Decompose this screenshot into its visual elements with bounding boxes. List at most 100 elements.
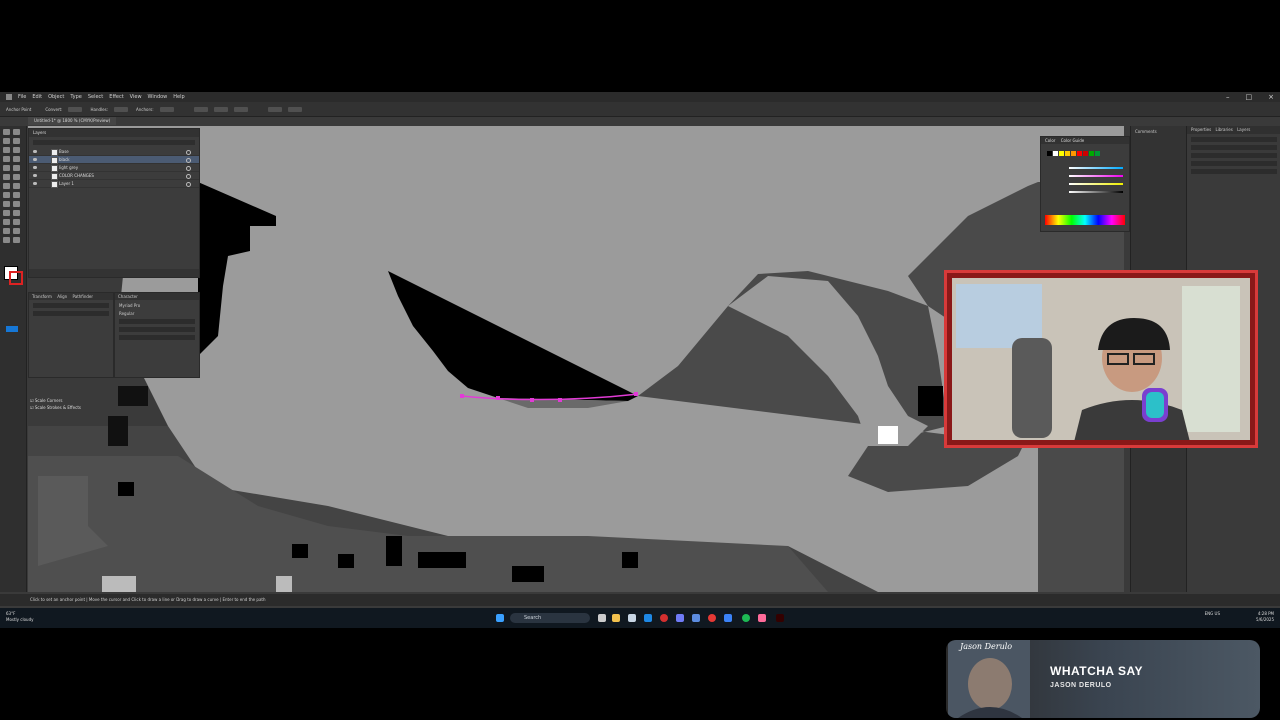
swatch[interactable] (1047, 151, 1052, 156)
layer-target-icon[interactable] (186, 174, 191, 179)
layer-row[interactable]: black (29, 156, 199, 164)
swatch[interactable] (1071, 151, 1076, 156)
layer-target-icon[interactable] (186, 182, 191, 187)
taskbar-clock[interactable]: 4:28 PM 5/6/2025 (1256, 611, 1274, 623)
close-icon[interactable]: × (1268, 93, 1274, 101)
tab-color[interactable]: Color (1045, 138, 1055, 143)
stroke-field[interactable] (1191, 161, 1277, 166)
file-explorer-icon[interactable] (612, 614, 620, 622)
visibility-eye-icon[interactable] (33, 150, 37, 153)
windows-start-icon[interactable] (496, 614, 504, 622)
visibility-eye-icon[interactable] (33, 182, 37, 185)
width-field[interactable] (1191, 137, 1277, 142)
weather-widget[interactable]: 63°F Mostly cloudy (6, 611, 34, 623)
fill-field[interactable] (1191, 153, 1277, 158)
tab-color-guide[interactable]: Color Guide (1061, 138, 1084, 143)
font-style-select[interactable]: Regular (119, 311, 195, 316)
task-view-icon[interactable] (598, 614, 606, 622)
handles-control[interactable] (114, 106, 129, 112)
calendar-icon[interactable] (628, 614, 636, 622)
app-icon[interactable] (692, 614, 700, 622)
pencil-tool-icon[interactable] (3, 165, 10, 171)
menu-item-edit[interactable]: Edit (32, 94, 42, 100)
symbol-sprayer-tool-icon[interactable] (3, 219, 10, 225)
comments-tab[interactable]: Comments (1131, 126, 1187, 137)
swatch[interactable] (1077, 151, 1082, 156)
y-field[interactable] (33, 311, 109, 316)
x-field[interactable] (33, 303, 109, 308)
menu-item-view[interactable]: View (130, 94, 142, 100)
tracking-field[interactable] (119, 335, 195, 340)
align-control[interactable] (233, 106, 248, 112)
visibility-eye-icon[interactable] (33, 174, 37, 177)
hand-tool-icon[interactable] (3, 237, 10, 243)
swatch[interactable] (1059, 151, 1064, 156)
menu-item-file[interactable]: File (18, 94, 26, 100)
transform-control[interactable] (267, 106, 282, 112)
tab-libraries[interactable]: Libraries (1216, 127, 1233, 132)
visibility-eye-icon[interactable] (33, 166, 37, 169)
minimize-icon[interactable]: – (1226, 93, 1230, 101)
swatch[interactable] (1053, 151, 1058, 156)
pen-tool-icon[interactable] (3, 138, 10, 144)
line-tool-icon[interactable] (13, 147, 20, 153)
convert-control[interactable] (68, 106, 83, 112)
layer-row[interactable]: light grey (29, 164, 199, 172)
swatch[interactable] (1089, 151, 1094, 156)
layer-row[interactable]: Layer 1 (29, 180, 199, 188)
stroke-swatch[interactable] (9, 271, 23, 285)
align-control[interactable] (193, 106, 208, 112)
shape-builder-tool-icon[interactable] (3, 192, 10, 198)
tab-layers[interactable]: Layers (1237, 127, 1250, 132)
font-family-select[interactable]: Myriad Pro (119, 303, 195, 308)
visibility-eye-icon[interactable] (33, 158, 37, 161)
direct-selection-tool-icon[interactable] (13, 129, 20, 135)
align-control[interactable] (213, 106, 228, 112)
anchors-control[interactable] (159, 106, 174, 112)
taskbar-search[interactable]: Search (510, 613, 590, 623)
scale-corners-checkbox[interactable]: ☑ Scale Corners (30, 398, 62, 403)
graph-tool-icon[interactable] (13, 219, 20, 225)
chrome-icon[interactable] (708, 614, 716, 622)
curvature-tool-icon[interactable] (13, 138, 20, 144)
rectangle-tool-icon[interactable] (3, 156, 10, 162)
layer-target-icon[interactable] (186, 158, 191, 163)
menu-item-effect[interactable]: Effect (109, 94, 123, 100)
artboard-tool-icon[interactable] (3, 228, 10, 234)
layer-target-icon[interactable] (186, 150, 191, 155)
opacity-field[interactable] (1191, 169, 1277, 174)
perspective-tool-icon[interactable] (13, 192, 20, 198)
menu-item-window[interactable]: Window (148, 94, 168, 100)
screen-mode-button[interactable] (6, 326, 18, 332)
layer-target-icon[interactable] (186, 166, 191, 171)
magenta-slider[interactable] (1069, 175, 1123, 177)
eyedropper-tool-icon[interactable] (3, 210, 10, 216)
swatch[interactable] (1083, 151, 1088, 156)
menu-item-type[interactable]: Type (70, 94, 81, 100)
zoom-tool-icon[interactable] (13, 237, 20, 243)
layers-tab[interactable]: Layers (29, 129, 199, 137)
app-icon[interactable] (724, 614, 732, 622)
yellow-slider[interactable] (1069, 183, 1123, 185)
app-icon[interactable] (758, 614, 766, 622)
width-tool-icon[interactable] (3, 183, 10, 189)
language-indicator[interactable]: ENG US (1205, 611, 1220, 616)
black-slider[interactable] (1069, 191, 1123, 193)
cyan-slider[interactable] (1069, 167, 1123, 169)
menu-item-help[interactable]: Help (173, 94, 184, 100)
brush-tool-icon[interactable] (13, 156, 20, 162)
transform-control[interactable] (287, 106, 302, 112)
record-icon[interactable] (660, 614, 668, 622)
spotify-icon[interactable] (742, 614, 750, 622)
maximize-icon[interactable]: □ (1246, 93, 1253, 101)
illustrator-icon[interactable] (776, 614, 784, 622)
gradient-tool-icon[interactable] (13, 201, 20, 207)
document-tab[interactable]: Untitled-1* @ 1800 % (CMYK/Preview) (28, 117, 117, 125)
scale-strokes-checkbox[interactable]: ☑ Scale Strokes & Effects (30, 405, 81, 410)
tab-pathfinder[interactable]: Pathfinder (73, 294, 94, 299)
blend-tool-icon[interactable] (13, 210, 20, 216)
leading-field[interactable] (119, 327, 195, 332)
layer-row[interactable]: Base (29, 148, 199, 156)
rotate-tool-icon[interactable] (3, 174, 10, 180)
tab-character[interactable]: Character (115, 293, 199, 300)
